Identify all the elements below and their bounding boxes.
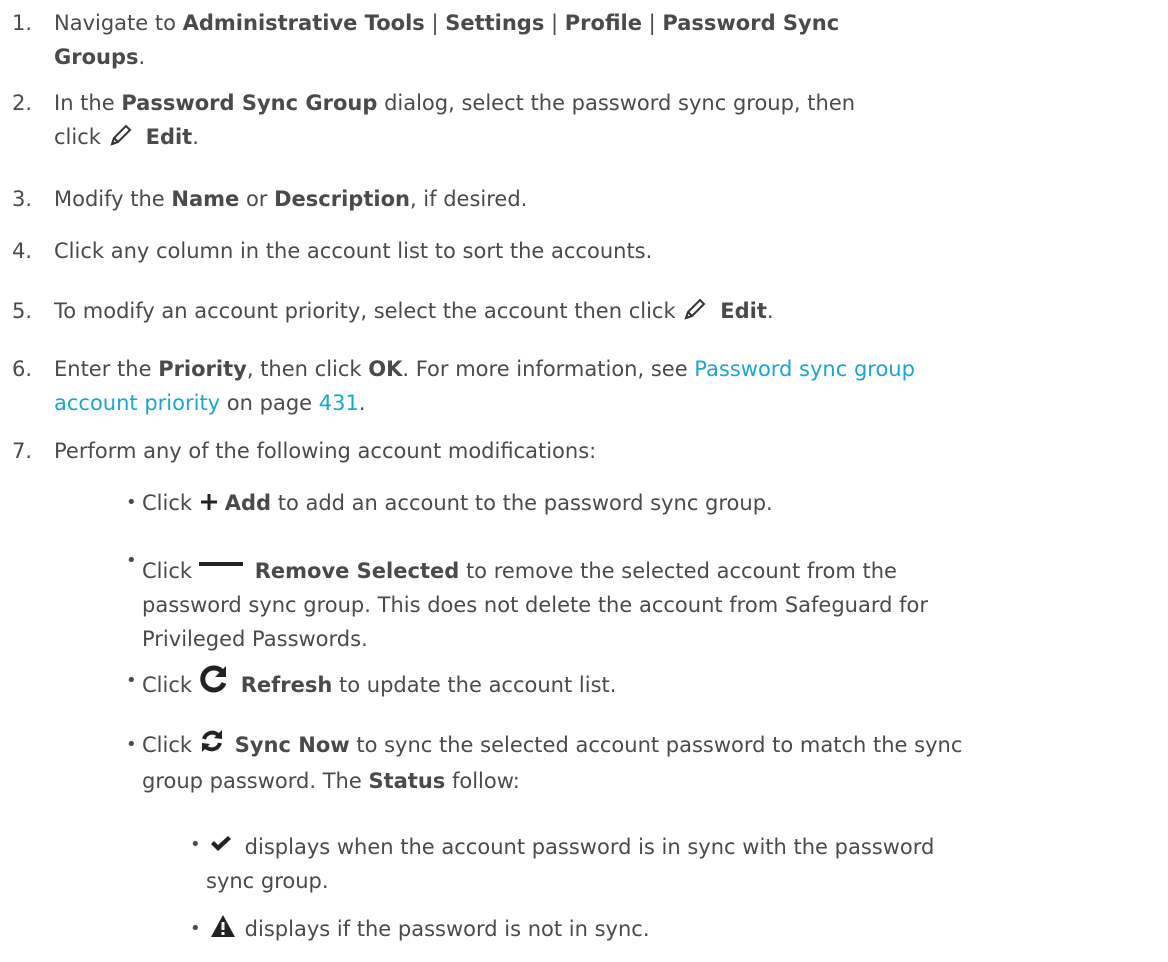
- bullet-text: displays if the password is not in sync.: [206, 912, 1156, 948]
- edit-label: Edit: [145, 125, 193, 149]
- warning-icon: [210, 914, 236, 948]
- dialog-name: Password Sync Group: [121, 91, 378, 115]
- bullet-dot: •: [190, 918, 201, 939]
- description-field-label: Description: [274, 187, 410, 211]
- refresh-icon: [199, 664, 229, 704]
- page-link[interactable]: 431: [319, 391, 359, 415]
- step-number: 3.: [12, 187, 33, 211]
- menu-path-password-sync: Password Sync: [662, 11, 840, 35]
- refresh-label: Refresh: [240, 673, 333, 697]
- bullet-text: Click Add to add an account to the passw…: [142, 486, 1156, 522]
- ok-label: OK: [368, 357, 403, 381]
- add-label: Add: [224, 491, 272, 515]
- step-text: In the Password Sync Group dialog, selec…: [54, 86, 1146, 158]
- bullet-text: Click Sync Now to sync the selected acco…: [142, 728, 1156, 798]
- bullet-dot: •: [126, 492, 137, 513]
- step-number: 2.: [12, 91, 33, 115]
- step-text: Click any column in the account list to …: [54, 239, 653, 263]
- bullet-dot: •: [190, 834, 201, 855]
- pencil-icon: [108, 122, 134, 158]
- bullet-dot: •: [126, 550, 137, 571]
- sync-icon: [199, 728, 225, 764]
- remove-selected-label: Remove Selected: [254, 559, 460, 583]
- priority-link-cont[interactable]: account priority: [54, 391, 220, 415]
- step-text: Modify the Name or Description, if desir…: [54, 187, 528, 211]
- menu-path-administrative-tools: Administrative Tools: [182, 11, 425, 35]
- menu-path-settings: Settings: [445, 11, 545, 35]
- checkmark-icon: [210, 828, 232, 862]
- step-number: 6.: [12, 357, 33, 381]
- sync-now-label: Sync Now: [234, 733, 350, 757]
- priority-label: Priority: [158, 357, 247, 381]
- bullet-text: Click Remove Selected to remove the sele…: [142, 544, 1156, 656]
- bullet-dot: •: [126, 734, 137, 755]
- step-text: Enter the Priority, then click OK. For m…: [54, 357, 915, 415]
- status-label: Status: [368, 769, 446, 793]
- step-text: To modify an account priority, select th…: [54, 294, 1146, 332]
- pencil-icon: [682, 296, 708, 332]
- bullet-text: displays when the account password is in…: [206, 828, 1156, 898]
- step-number: 4.: [12, 239, 33, 263]
- step-number: 1.: [12, 11, 33, 35]
- menu-path-profile: Profile: [564, 11, 642, 35]
- bullet-text: Click Refresh to update the account list…: [142, 664, 1156, 704]
- step-text: Navigate to Administrative Tools | Setti…: [54, 11, 840, 69]
- plus-icon: [199, 488, 219, 522]
- bullet-dot: •: [126, 670, 137, 691]
- document-page: 1. Navigate to Administrative Tools | Se…: [0, 0, 1168, 962]
- step-text: Perform any of the following account mod…: [54, 439, 597, 463]
- name-field-label: Name: [171, 187, 240, 211]
- step-number: 5.: [12, 299, 33, 323]
- step-number: 7.: [12, 439, 33, 463]
- edit-label: Edit: [720, 299, 767, 323]
- minus-icon: [198, 544, 243, 578]
- menu-path-groups: Groups: [54, 45, 139, 69]
- priority-link[interactable]: Password sync group: [694, 357, 915, 381]
